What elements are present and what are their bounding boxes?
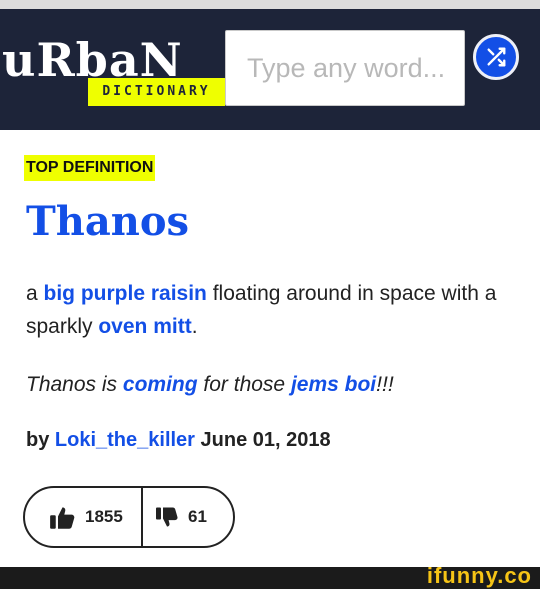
byline: by Loki_the_killer June 01, 2018	[26, 424, 331, 457]
shuffle-icon	[487, 47, 506, 67]
author-link[interactable]: Loki_the_killer	[55, 429, 195, 451]
logo-subtitle: DICTIONARY	[88, 78, 225, 106]
vote-buttons: 1855 61	[23, 486, 235, 548]
definition-word[interactable]: Thanos	[26, 194, 189, 250]
post-date: June 01, 2018	[194, 429, 331, 451]
upvote-count: 1855	[85, 507, 123, 526]
downvote-button[interactable]: 61	[143, 488, 233, 546]
meaning-link[interactable]: big purple raisin	[44, 282, 207, 305]
byline-prefix: by	[26, 429, 55, 451]
example-link[interactable]: coming	[123, 373, 198, 396]
upvote-button[interactable]: 1855	[25, 488, 143, 546]
downvote-count: 61	[188, 507, 207, 526]
example-text: !!!	[376, 373, 394, 396]
example-text: for those	[197, 373, 291, 396]
meaning-link[interactable]: oven mitt	[98, 315, 191, 338]
example-text: Thanos is	[26, 373, 123, 396]
search-input[interactable]	[225, 30, 465, 106]
definition-meaning: a big purple raisin floating around in s…	[26, 277, 516, 343]
thumbs-up-icon	[50, 506, 75, 529]
random-word-button[interactable]	[473, 34, 519, 80]
top-strip	[0, 0, 540, 9]
meaning-text: .	[191, 315, 198, 338]
ifunny-watermark: ifunny.co	[426, 563, 532, 588]
meaning-text: a	[26, 282, 44, 305]
example-link[interactable]: jems boi	[291, 373, 376, 396]
urban-dictionary-logo[interactable]: uRbaN DICTIONARY	[0, 30, 225, 110]
definition-example: Thanos is coming for those jems boi!!!	[26, 368, 516, 401]
top-definition-badge: TOP DEFINITION	[24, 155, 156, 181]
thumbs-down-icon	[156, 507, 178, 526]
footer-bar: ifunny.co	[0, 563, 540, 589]
